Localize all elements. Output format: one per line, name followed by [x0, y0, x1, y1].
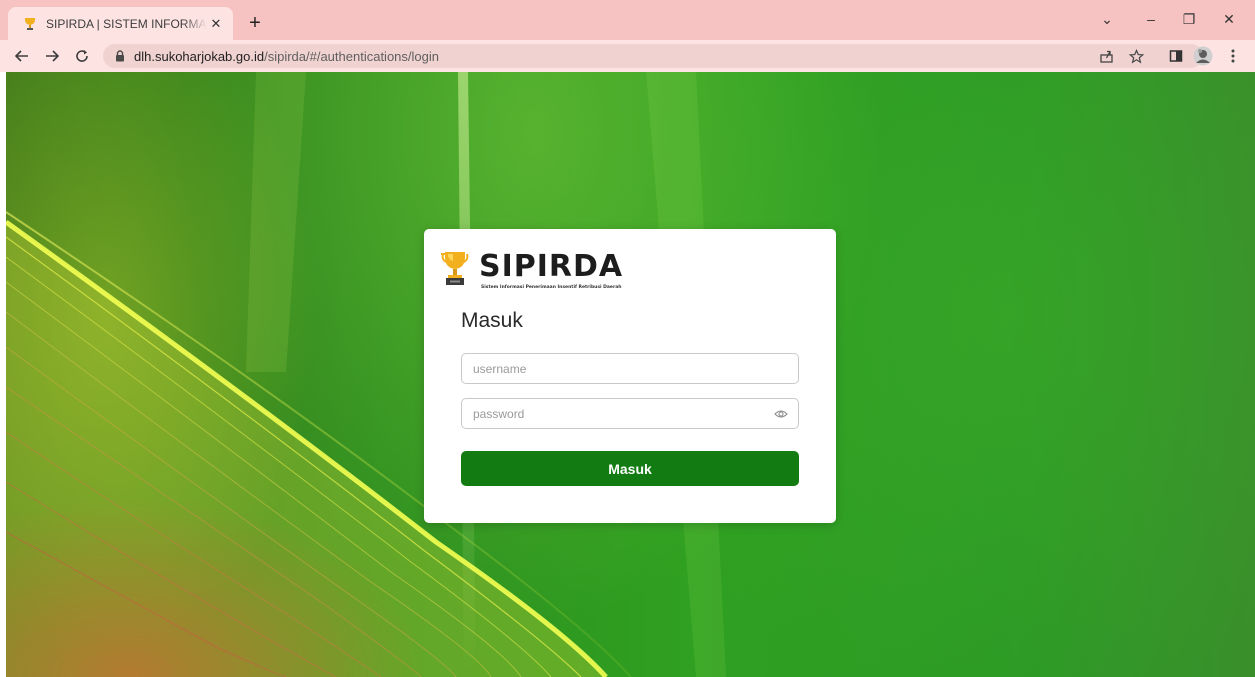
trophy-icon — [22, 16, 38, 32]
password-input[interactable] — [462, 399, 798, 428]
share-icon[interactable] — [1094, 44, 1118, 68]
url-host: dlh.sukoharjokab.go.id — [134, 48, 265, 64]
login-heading: Masuk — [461, 309, 523, 332]
browser-tab[interactable]: SIPIRDA | SISTEM INFORMASI PENERIMAAN IN… — [8, 7, 233, 40]
close-window-button[interactable]: ✕ — [1207, 6, 1251, 32]
trophy-icon — [441, 252, 469, 285]
browser-tab-strip: SIPIRDA | SISTEM INFORMASI PENERIMAAN IN… — [0, 0, 1255, 40]
eye-icon[interactable] — [774, 407, 788, 421]
browser-toolbar: dlh.sukoharjokab.go.id/sipirda/#/authent… — [0, 40, 1255, 72]
sipirda-logo: SIPIRDA Sistem Informasi Penerimaan Inse… — [438, 249, 628, 291]
new-tab-button[interactable]: + — [242, 10, 268, 36]
reload-icon[interactable] — [70, 44, 94, 68]
login-card: SIPIRDA Sistem Informasi Penerimaan Inse… — [424, 229, 836, 523]
lock-icon[interactable] — [115, 50, 125, 62]
back-icon[interactable] — [10, 44, 34, 68]
password-field — [461, 398, 799, 429]
username-input[interactable] — [462, 354, 798, 383]
login-submit-button[interactable]: Masuk — [461, 451, 799, 486]
tab-search-icon[interactable]: ⌄ — [1085, 6, 1129, 32]
menu-kebab-icon[interactable] — [1221, 44, 1245, 68]
username-field — [461, 353, 799, 384]
side-panel-icon[interactable] — [1164, 44, 1188, 68]
profile-avatar-icon[interactable] — [1191, 44, 1215, 68]
bookmark-star-icon[interactable] — [1124, 44, 1148, 68]
brand-name: SIPIRDA — [479, 249, 624, 284]
tab-close-icon[interactable]: ✕ — [207, 15, 225, 33]
url-path: /sipirda/#/authentications/login — [264, 48, 439, 64]
forward-icon[interactable] — [40, 44, 64, 68]
address-bar[interactable]: dlh.sukoharjokab.go.id/sipirda/#/authent… — [103, 44, 1203, 68]
tab-title: SIPIRDA | SISTEM INFORMASI PENERIMAAN IN… — [46, 16, 207, 31]
brand-tagline: Sistem Informasi Penerimaan Insentif Ret… — [481, 285, 622, 290]
restore-button[interactable]: ❐ — [1167, 6, 1211, 32]
